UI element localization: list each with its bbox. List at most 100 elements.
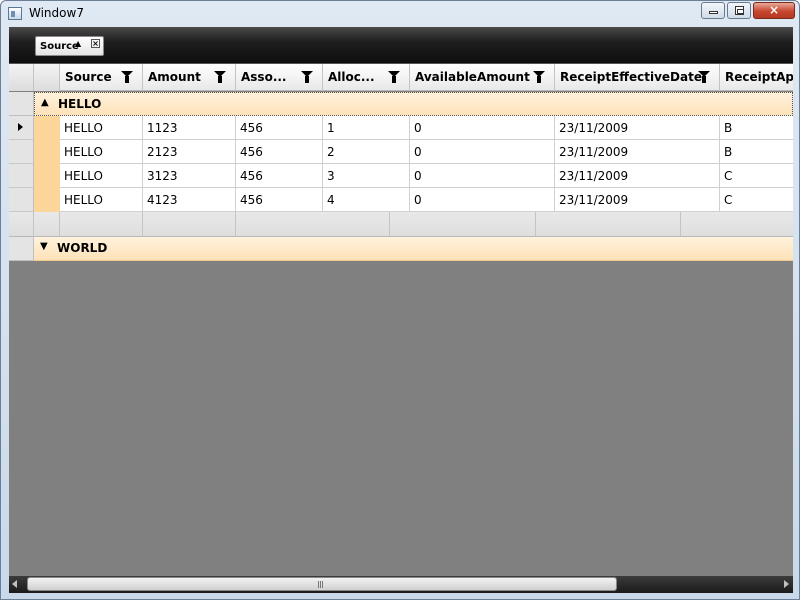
table-row[interactable]: HELLO 2123 456 2 0 23/11/2009 B: [9, 140, 793, 164]
group-header[interactable]: ▼ WORLD: [34, 237, 793, 261]
table-cell[interactable]: 0: [410, 164, 555, 188]
group-footer-selector: [9, 212, 34, 237]
table-cell[interactable]: HELLO: [60, 140, 143, 164]
table-cell[interactable]: 4123: [143, 188, 236, 212]
group-row-selector: [9, 92, 34, 116]
table-cell[interactable]: 1123: [143, 116, 236, 140]
table-cell[interactable]: C: [720, 164, 793, 188]
table-row[interactable]: HELLO 4123 456 4 0 23/11/2009 C: [9, 188, 793, 212]
scroll-thumb[interactable]: [27, 577, 617, 591]
column-header-label: Asso...: [241, 70, 287, 84]
table-cell[interactable]: 2123: [143, 140, 236, 164]
filter-icon[interactable]: [121, 71, 133, 83]
table-cell-value: 2123: [147, 145, 178, 159]
table-cell-value: 456: [240, 193, 263, 207]
window-controls: ×: [699, 2, 795, 19]
table-cell[interactable]: 456: [236, 188, 323, 212]
filter-icon[interactable]: [214, 71, 226, 83]
table-cell[interactable]: 3: [323, 164, 410, 188]
table-cell[interactable]: 23/11/2009: [555, 188, 720, 212]
group-footer-cell: [143, 212, 236, 237]
table-cell[interactable]: HELLO: [60, 164, 143, 188]
group-header-row[interactable]: ▼ WORLD: [9, 237, 793, 261]
table-cell[interactable]: 2: [323, 140, 410, 164]
remove-group-icon[interactable]: ×: [91, 39, 100, 48]
close-button[interactable]: ×: [753, 2, 795, 19]
table-cell-value: 0: [414, 193, 422, 207]
table-cell-value: C: [724, 193, 733, 207]
column-header-label: ReceiptEffectiveDate: [560, 70, 702, 84]
table-cell[interactable]: 3123: [143, 164, 236, 188]
table-cell[interactable]: 0: [410, 188, 555, 212]
table-row[interactable]: HELLO 1123 456 1 0 23/11/2009 B: [9, 116, 793, 140]
table-cell[interactable]: 456: [236, 116, 323, 140]
title-bar[interactable]: Window7 ×: [1, 1, 800, 27]
group-footer-cell: [236, 212, 390, 237]
filter-icon[interactable]: [301, 71, 313, 83]
expand-chevron-icon[interactable]: ▼: [40, 241, 48, 252]
column-header[interactable]: Amount: [143, 64, 236, 91]
table-cell[interactable]: 4: [323, 188, 410, 212]
table-cell[interactable]: 0: [410, 116, 555, 140]
table-cell[interactable]: C: [720, 188, 793, 212]
table-cell-value: 2: [327, 145, 335, 159]
app-window: Window7 × Source ▲ × Source Amount Asso...…: [0, 0, 800, 600]
group-indent: [34, 188, 60, 212]
table-cell[interactable]: 23/11/2009: [555, 164, 720, 188]
group-chip-source[interactable]: Source ▲ ×: [35, 36, 104, 56]
table-cell[interactable]: 456: [236, 164, 323, 188]
column-header-label: Alloc...: [328, 70, 375, 84]
row-selector[interactable]: [9, 188, 34, 212]
group-chip-label: Source: [40, 41, 79, 52]
table-cell-value: HELLO: [64, 193, 103, 207]
sort-ascending-icon[interactable]: ▲: [75, 39, 81, 48]
table-cell[interactable]: HELLO: [60, 188, 143, 212]
horizontal-scrollbar[interactable]: [9, 576, 793, 593]
table-cell[interactable]: 23/11/2009: [555, 116, 720, 140]
table-cell-value: HELLO: [64, 145, 103, 159]
table-cell[interactable]: 0: [410, 140, 555, 164]
table-cell-value: 3: [327, 169, 335, 183]
close-icon: ×: [768, 3, 780, 17]
group-header[interactable]: ▲ HELLO: [34, 92, 793, 116]
filter-icon[interactable]: [388, 71, 400, 83]
table-cell-value: 0: [414, 169, 422, 183]
row-selector[interactable]: [9, 140, 34, 164]
table-cell[interactable]: B: [720, 140, 793, 164]
table-cell[interactable]: 456: [236, 140, 323, 164]
group-header-label: WORLD: [57, 241, 108, 255]
table-cell[interactable]: B: [720, 116, 793, 140]
column-header[interactable]: Alloc...: [323, 64, 410, 91]
table-cell[interactable]: 23/11/2009: [555, 140, 720, 164]
table-row[interactable]: HELLO 3123 456 3 0 23/11/2009 C: [9, 164, 793, 188]
table-cell[interactable]: HELLO: [60, 116, 143, 140]
table-cell[interactable]: 1: [323, 116, 410, 140]
filter-icon[interactable]: [533, 71, 545, 83]
table-cell-value: 456: [240, 121, 263, 135]
row-selector[interactable]: [9, 116, 34, 140]
collapse-chevron-icon[interactable]: ▲: [41, 97, 49, 108]
scroll-left-icon[interactable]: [12, 580, 17, 588]
group-header-row[interactable]: ▲ HELLO: [9, 92, 793, 116]
window-title: Window7: [29, 6, 84, 20]
maximize-icon: [735, 6, 744, 15]
minimize-button[interactable]: [701, 2, 725, 19]
column-header[interactable]: ReceiptEffectiveDate: [555, 64, 720, 91]
table-cell-value: 23/11/2009: [559, 169, 629, 183]
filter-icon[interactable]: [698, 71, 710, 83]
column-header[interactable]: Asso...: [236, 64, 323, 91]
group-footer-cell: [60, 212, 143, 237]
table-cell-value: 456: [240, 169, 263, 183]
column-header[interactable]: AvailableAmount: [410, 64, 555, 91]
column-header[interactable]: Source: [60, 64, 143, 91]
row-selector[interactable]: [9, 164, 34, 188]
table-cell-value: B: [724, 121, 733, 135]
window-icon[interactable]: [8, 7, 22, 20]
minimize-icon: [709, 11, 718, 14]
column-header-label: Amount: [148, 70, 201, 84]
scroll-right-icon[interactable]: [784, 580, 789, 588]
maximize-button[interactable]: [727, 2, 751, 19]
group-panel: Source ▲ ×: [9, 27, 793, 64]
column-header[interactable]: ReceiptAppl: [720, 64, 793, 91]
group-footer-cell: [390, 212, 536, 237]
